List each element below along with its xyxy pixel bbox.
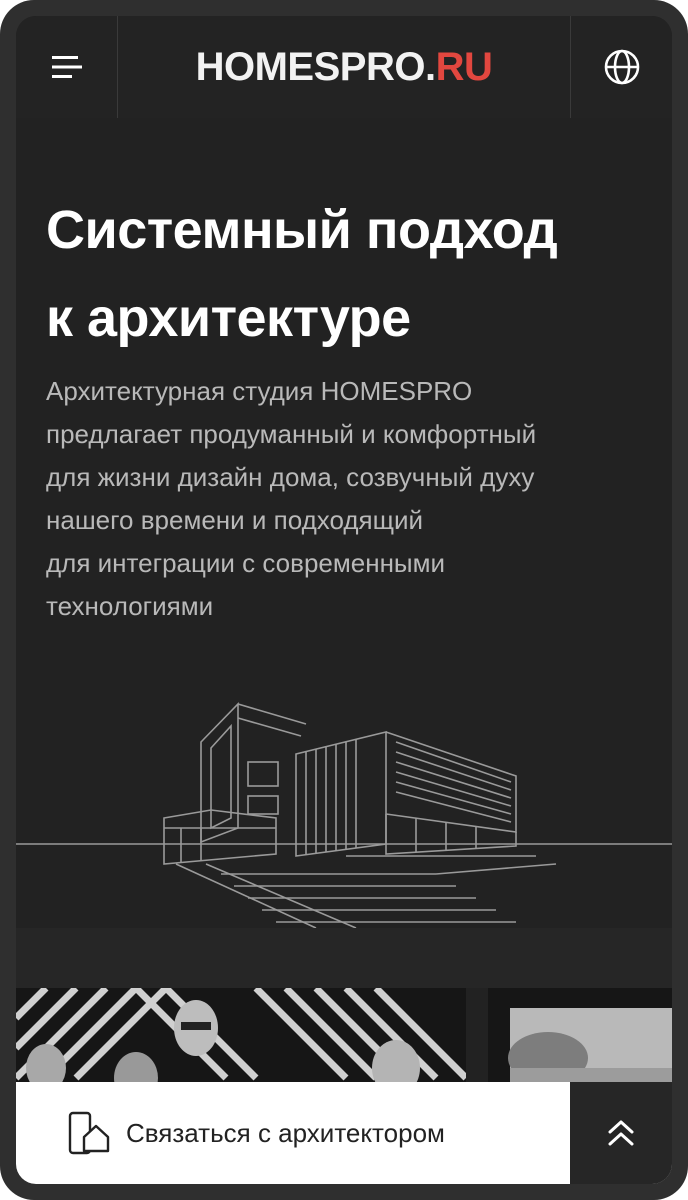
double-chevron-up-icon — [608, 1120, 634, 1146]
site-header: HOMESPRO. RU — [16, 16, 672, 118]
phone-house-icon — [68, 1111, 110, 1155]
hero-description-line: предлагает продуманный и комфортный — [46, 419, 537, 449]
site-logo[interactable]: HOMESPRO. RU — [118, 16, 570, 118]
menu-button[interactable] — [16, 16, 118, 118]
hero-section: Системный подход к архитектуре Архитекту… — [16, 118, 672, 928]
hero-title-line: к архитектуре — [46, 288, 411, 348]
hero-description-line: для интеграции с современными — [46, 548, 446, 578]
hero-description-line: для жизни дизайн дома, созвучный духу — [46, 462, 535, 492]
screen: HOMESPRO. RU Системный подход к архитекту… — [16, 16, 672, 1184]
logo-accent: RU — [435, 44, 493, 89]
logo-main: HOMESPRO. — [195, 44, 436, 89]
hero-title: Системный подход к архитектуре — [46, 186, 646, 362]
globe-icon — [604, 49, 639, 85]
hero-description-line: нашего времени и подходящий — [46, 505, 424, 535]
contact-architect-button[interactable]: Связаться с архитектором — [16, 1082, 570, 1184]
building-sketch-illustration — [16, 702, 672, 928]
section-spacer — [16, 928, 672, 988]
hero-description-line: технологиями — [46, 591, 214, 621]
hamburger-menu-icon — [51, 56, 82, 78]
language-button[interactable] — [570, 16, 672, 118]
hero-title-line: Системный подход — [46, 200, 558, 260]
hero-description-line: Архитектурная студия HOMESPRO — [46, 376, 473, 406]
scroll-top-button[interactable] — [570, 1082, 672, 1184]
device-frame: HOMESPRO. RU Системный подход к архитекту… — [0, 0, 688, 1200]
contact-architect-label: Связаться с архитектором — [126, 1117, 445, 1148]
hero-description: Архитектурная студия HOMESPRO предлагает… — [46, 370, 656, 628]
